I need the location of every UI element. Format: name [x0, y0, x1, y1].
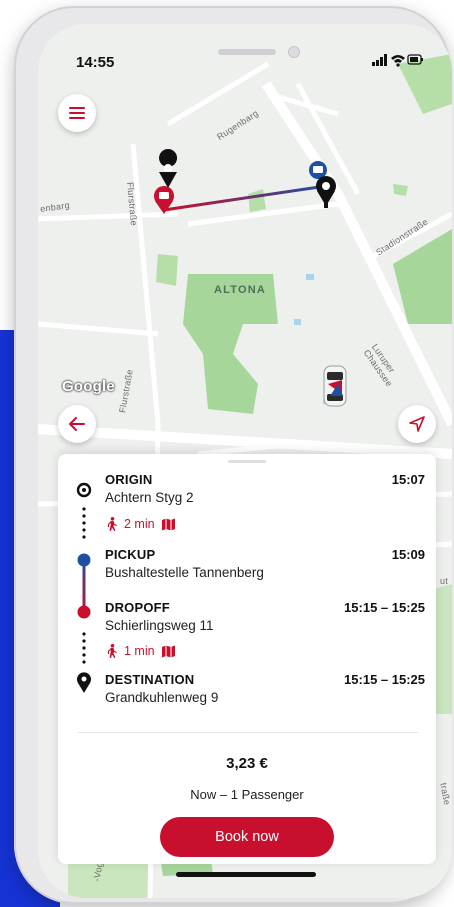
status-icons — [372, 54, 423, 67]
pickup-dot-icon — [77, 553, 91, 567]
signal-icon — [372, 54, 387, 66]
battery-icon — [407, 54, 423, 65]
pickup-stop: PICKUP Bushaltestelle Tannenberg 15:09 — [105, 547, 425, 580]
walking-person-icon — [107, 517, 117, 531]
navigation-arrow-icon — [409, 416, 425, 432]
destination-stop: DESTINATION Grandkuhlenweg 9 15:15 – 15:… — [105, 672, 425, 705]
walk-duration: 1 min — [124, 644, 155, 658]
divider — [78, 732, 418, 733]
map-icon — [161, 518, 175, 530]
ride-details-sheet: ORIGIN Achtern Styg 2 15:07 2 min PICKUP… — [58, 454, 436, 864]
vehicle-icon — [323, 365, 347, 407]
stop-label: ORIGIN — [105, 472, 153, 487]
walk-segment-2[interactable]: 1 min — [106, 644, 176, 658]
destination-pin-icon — [77, 672, 91, 693]
stop-time: 15:07 — [391, 472, 425, 487]
area-label: ALTONA — [214, 284, 267, 296]
book-now-button[interactable]: Book now — [160, 817, 334, 857]
price-label: 3,23 € — [226, 755, 268, 772]
home-indicator — [176, 872, 316, 877]
walk-segment-1[interactable]: 2 min — [106, 517, 176, 531]
map-icon — [161, 645, 175, 657]
sheet-drag-handle[interactable] — [228, 460, 266, 463]
stop-time: 15:15 – 15:25 — [344, 672, 425, 687]
stop-time: 15:15 – 15:25 — [344, 600, 425, 615]
origin-stop: ORIGIN Achtern Styg 2 15:07 — [105, 472, 425, 505]
speaker-notch — [218, 49, 276, 55]
status-bar: 14:55 — [38, 24, 452, 84]
stop-address: Achtern Styg 2 — [105, 490, 194, 505]
stop-address: Schierlingsweg 11 — [105, 618, 214, 633]
walk-duration: 2 min — [124, 517, 155, 531]
camera-dot — [288, 46, 300, 58]
stop-label: PICKUP — [105, 547, 156, 562]
back-button[interactable] — [58, 405, 96, 443]
stop-address: Grandkuhlenweg 9 — [105, 690, 219, 705]
dropoff-dot-icon — [77, 605, 91, 619]
walking-person-icon — [107, 644, 117, 658]
passenger-summary[interactable]: Now – 1 Passenger — [58, 787, 436, 802]
route-timeline — [76, 482, 92, 693]
phone-frame: Rugenbarg enbarg Flurstraße Stadionstraß… — [14, 6, 452, 904]
origin-target-icon — [76, 482, 92, 498]
stop-time: 15:09 — [391, 547, 425, 562]
street-label: ut — [440, 576, 449, 586]
locate-me-button[interactable] — [398, 405, 436, 443]
app-screen: Rugenbarg enbarg Flurstraße Stadionstraß… — [38, 24, 452, 898]
stop-address: Bushaltestelle Tannenberg — [105, 565, 264, 580]
menu-button[interactable] — [58, 94, 96, 132]
wifi-icon — [391, 55, 405, 67]
dropoff-stop: DROPOFF Schierlingsweg 11 15:15 – 15:25 — [105, 600, 425, 633]
status-time: 14:55 — [76, 54, 115, 71]
hamburger-menu-icon — [69, 107, 85, 119]
arrow-left-icon — [69, 417, 85, 431]
google-attribution: Google — [62, 378, 115, 395]
